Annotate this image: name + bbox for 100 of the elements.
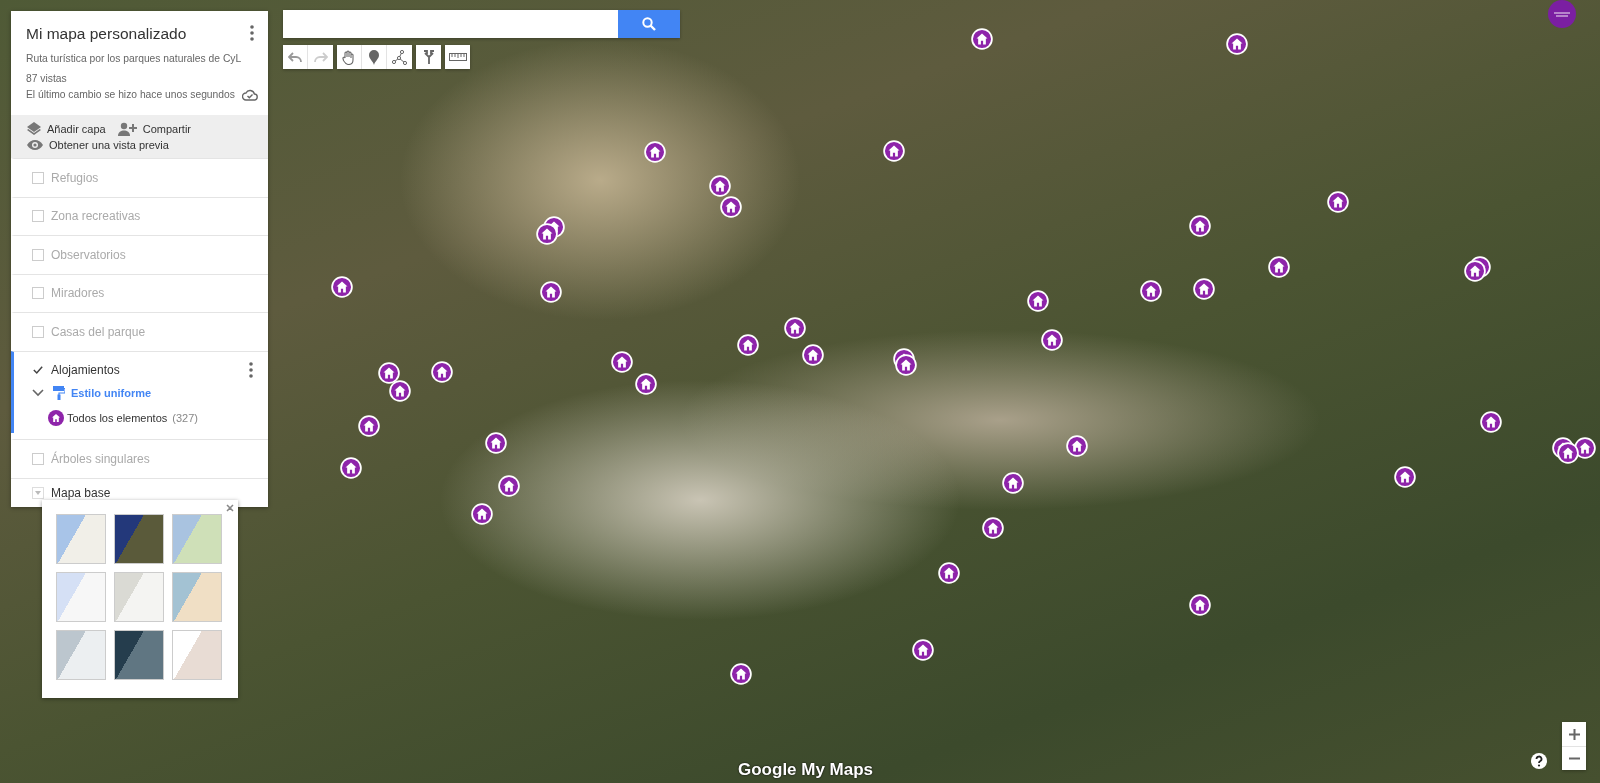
house-marker-icon[interactable] — [431, 361, 453, 383]
pin-icon — [369, 49, 379, 65]
base-map-thumbnail[interactable] — [114, 630, 164, 680]
layer-item[interactable]: Alojamientos Estilo uniforme Todos los elementos (327) — [11, 350, 268, 433]
house-marker-icon[interactable] — [883, 140, 905, 162]
house-marker-icon[interactable] — [709, 175, 731, 197]
map-description[interactable]: Ruta turística por los parques naturales de CyL — [26, 51, 258, 67]
house-marker-icon[interactable] — [635, 373, 657, 395]
redo-icon — [313, 51, 328, 63]
layer-checkbox[interactable] — [32, 287, 44, 300]
house-marker-icon[interactable] — [1140, 280, 1162, 302]
house-marker-icon[interactable] — [971, 28, 993, 50]
house-marker-icon[interactable] — [784, 317, 806, 339]
marker-cluster-icon[interactable] — [1552, 437, 1596, 464]
zoom-in-button[interactable] — [1562, 722, 1586, 746]
layer-name: Alojamientos — [51, 363, 121, 378]
close-icon[interactable] — [226, 504, 234, 512]
house-marker-icon[interactable] — [1193, 278, 1215, 300]
house-marker-icon[interactable] — [389, 380, 411, 402]
layer-button[interactable]: Añadir capa — [26, 121, 106, 136]
base-map-thumbnail[interactable] — [56, 630, 106, 680]
base-map-thumbnail[interactable] — [114, 572, 164, 622]
layer-checkbox[interactable] — [32, 364, 44, 377]
house-marker-icon[interactable] — [498, 475, 520, 497]
base-map-thumbnail[interactable] — [56, 514, 106, 564]
add-marker-button[interactable] — [362, 45, 387, 69]
house-marker-icon[interactable] — [1327, 191, 1349, 213]
house-marker-icon[interactable] — [1041, 329, 1063, 351]
house-marker-icon[interactable] — [1480, 411, 1502, 433]
undo-button[interactable] — [283, 45, 308, 69]
house-marker-icon[interactable] — [1268, 256, 1290, 278]
layer-checkbox[interactable] — [32, 325, 44, 338]
base-map-label[interactable]: Mapa base — [51, 485, 111, 500]
layers-icon — [26, 121, 42, 136]
layer-checkbox[interactable] — [32, 452, 44, 465]
preview-button[interactable]: Obtener una vista previa — [26, 139, 253, 151]
house-marker-icon[interactable] — [938, 562, 960, 584]
ruler-icon — [448, 53, 467, 61]
house-icon — [48, 410, 64, 426]
more-options-icon[interactable] — [250, 25, 254, 41]
item-count: (327) — [172, 412, 198, 424]
house-marker-icon[interactable] — [540, 281, 562, 303]
search-button[interactable] — [618, 10, 680, 38]
base-map-thumbnail[interactable] — [172, 572, 222, 622]
map-title[interactable]: Mi mapa personalizado — [26, 25, 258, 43]
directions-button[interactable] — [416, 45, 441, 69]
house-marker-icon[interactable] — [1066, 435, 1088, 457]
draw-line-button[interactable] — [387, 45, 412, 69]
marker-cluster-icon[interactable] — [893, 348, 917, 376]
last-change-status: El último cambio se hizo hace unos segundos — [26, 88, 235, 102]
more-options-icon[interactable] — [249, 362, 253, 379]
house-marker-icon[interactable] — [730, 663, 752, 685]
house-marker-icon[interactable] — [471, 503, 493, 525]
layer-name: Casas del parque — [51, 324, 147, 339]
house-marker-icon[interactable] — [912, 639, 934, 661]
house-marker-icon[interactable] — [737, 334, 759, 356]
marker-cluster-icon[interactable] — [536, 216, 565, 245]
hand-tool-button[interactable] — [337, 45, 362, 69]
hand-icon — [342, 49, 356, 65]
view-count: 87 vistas — [26, 72, 68, 86]
house-marker-icon[interactable] — [1002, 472, 1024, 494]
base-map-thumbnail[interactable] — [56, 572, 106, 622]
house-marker-icon[interactable] — [340, 457, 362, 479]
house-marker-icon[interactable] — [1027, 290, 1049, 312]
house-marker-icon[interactable] — [1189, 594, 1211, 616]
style-link[interactable]: Estilo uniforme — [71, 387, 152, 399]
house-marker-icon[interactable] — [982, 517, 1004, 539]
house-marker-icon[interactable] — [485, 432, 507, 454]
house-marker-icon[interactable] — [358, 415, 380, 437]
base-map-thumbnail[interactable] — [114, 514, 164, 564]
plus-icon — [1568, 728, 1580, 740]
house-marker-icon[interactable] — [378, 362, 400, 384]
house-marker-icon[interactable] — [611, 351, 633, 373]
logo-icon — [1548, 0, 1576, 28]
share-button[interactable]: Compartir — [117, 121, 191, 136]
help-icon[interactable] — [1531, 753, 1547, 769]
house-marker-icon[interactable] — [1189, 215, 1211, 237]
base-map-thumbnail[interactable] — [172, 514, 222, 564]
search-field[interactable] — [283, 10, 618, 38]
undo-icon — [288, 51, 302, 63]
marker-cluster-icon[interactable] — [1464, 256, 1491, 282]
group-label[interactable]: Todos los elementos — [67, 412, 168, 424]
layer-checkbox[interactable] — [32, 171, 44, 184]
base-map-thumbnail[interactable] — [172, 630, 222, 680]
eye-icon — [26, 139, 44, 151]
layer-name: Observatorios — [51, 247, 127, 262]
house-marker-icon[interactable] — [802, 344, 824, 366]
layer-checkbox[interactable] — [32, 210, 44, 223]
line-icon — [392, 49, 407, 65]
layer-name: Refugios — [51, 170, 100, 185]
house-marker-icon[interactable] — [1226, 33, 1248, 55]
layer-checkbox[interactable] — [32, 248, 44, 261]
layer-name: Miradores — [51, 286, 106, 301]
house-marker-icon[interactable] — [644, 141, 666, 163]
house-marker-icon[interactable] — [331, 276, 353, 298]
map-attribution: Google My Maps — [738, 760, 874, 780]
house-marker-icon[interactable] — [720, 196, 742, 218]
house-marker-icon[interactable] — [1394, 466, 1416, 488]
chevron-down-icon[interactable] — [32, 389, 44, 397]
measure-button[interactable] — [445, 45, 470, 69]
